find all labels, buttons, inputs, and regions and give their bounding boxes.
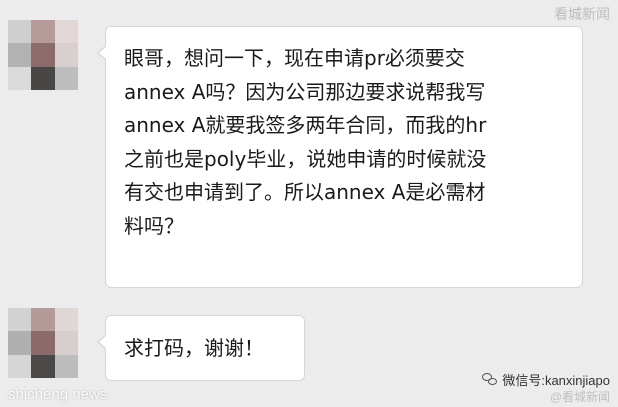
watermark-top: 看城新闻 [554, 6, 610, 22]
wechat-icon [482, 372, 498, 387]
sender-avatar[interactable] [8, 308, 78, 378]
message-line: 料吗？ [124, 213, 184, 238]
message-line: 之前也是poly毕业，说她申请的时候就没 [124, 146, 487, 171]
message-line: 眼哥，想问一下，现在申请pr必须要交 [124, 46, 465, 70]
message-line: annex A就要我签多两年合同，而我的hr [124, 113, 487, 137]
wechat-id-text: 微信号:kanxinjiapo [502, 373, 610, 388]
chat-bubble-request[interactable]: 求打码，谢谢！ [97, 315, 305, 381]
message-text: 求打码，谢谢！ [124, 336, 264, 360]
sender-avatar[interactable] [8, 20, 78, 90]
watermark-sub: @看城新闻 [549, 390, 610, 404]
message-line: 有交也申请到了。所以annex A是必需材 [124, 180, 486, 204]
wechat-id-watermark: 微信号:kanxinjiapo [482, 370, 610, 389]
message-line: annex A吗？因为公司那边要求说帮我写 [124, 79, 486, 104]
chat-bubble-question[interactable]: 眼哥，想问一下，现在申请pr必须要交 annex A吗？因为公司那边要求说帮我写… [97, 26, 583, 288]
watermark-brand: shicheng news [8, 386, 108, 403]
